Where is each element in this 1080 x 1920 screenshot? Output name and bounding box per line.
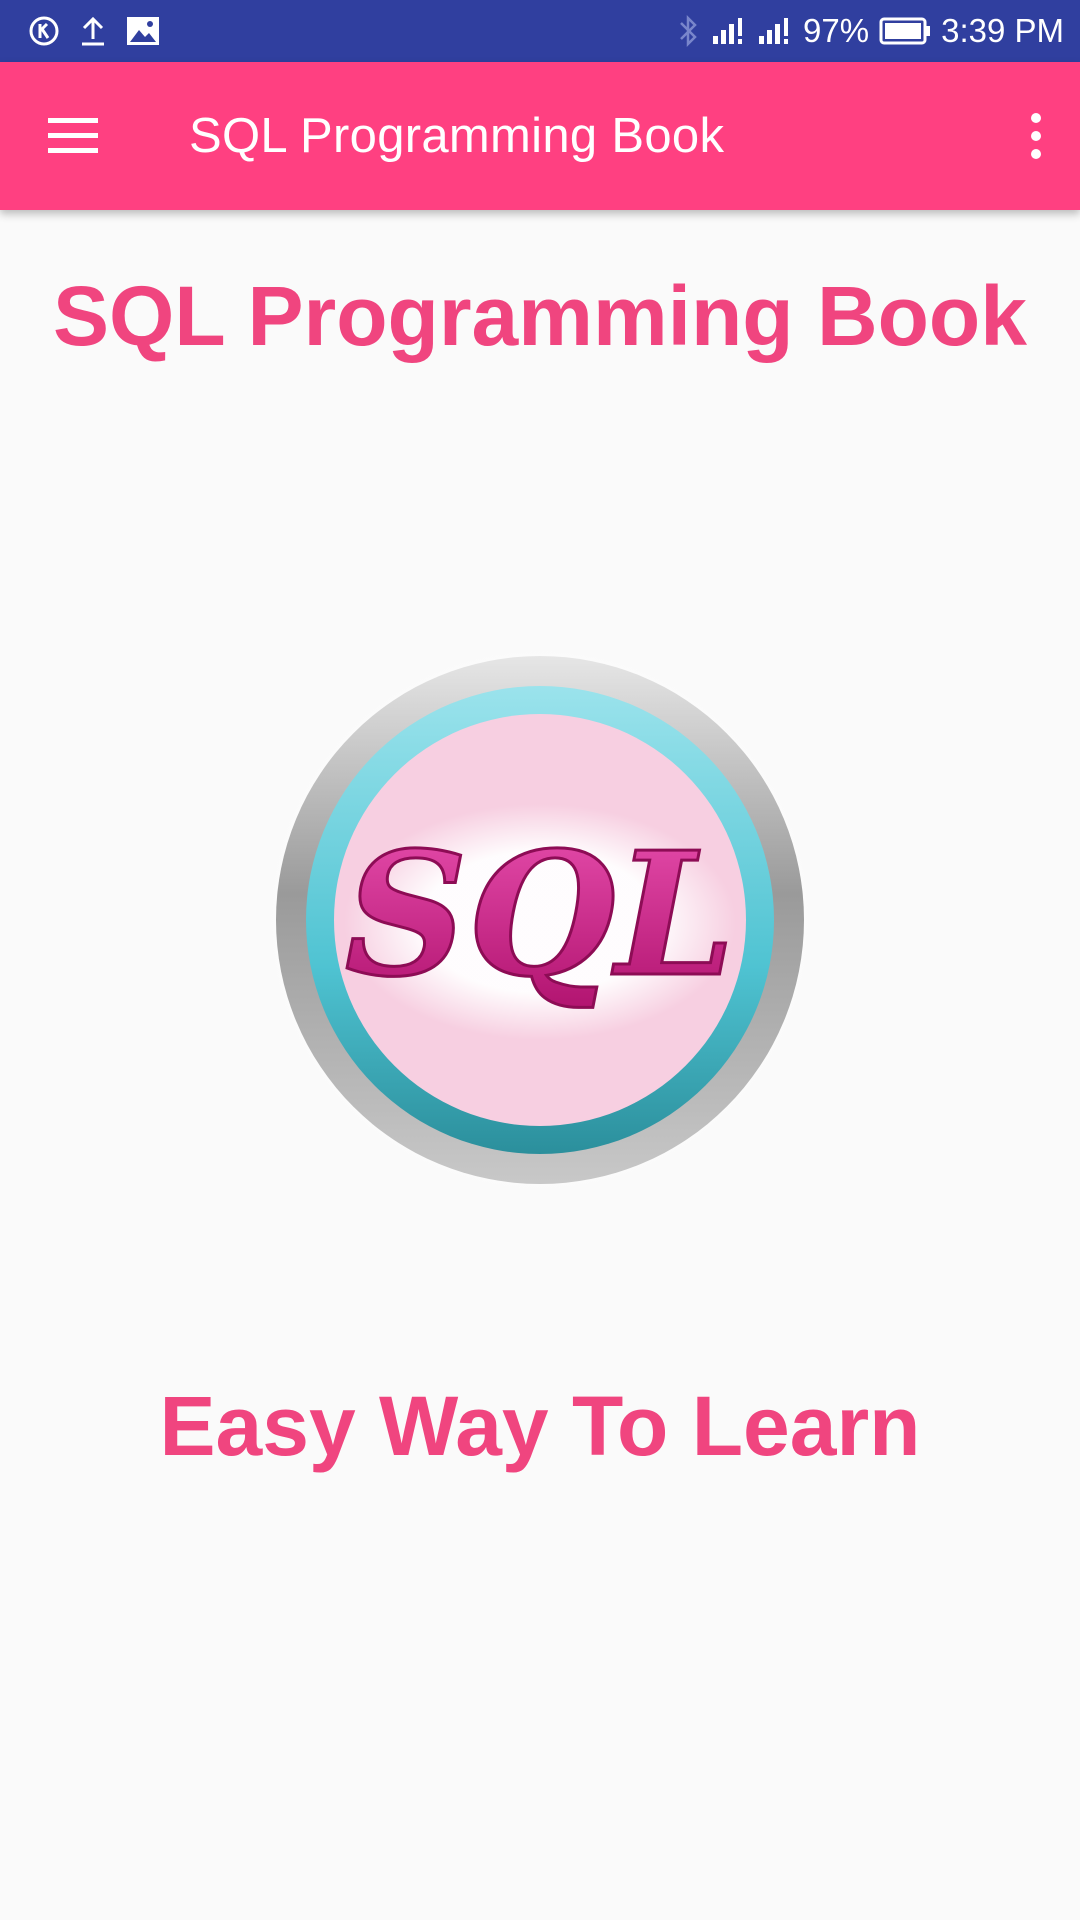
signal-icon	[757, 16, 793, 46]
image-icon	[126, 16, 160, 46]
status-time: 3:39 PM	[941, 12, 1064, 49]
signal-icon	[711, 16, 747, 46]
battery-icon	[879, 17, 931, 45]
app-bar: SQL Programming Book	[0, 62, 1080, 210]
status-left-icons	[28, 15, 160, 47]
more-vert-icon[interactable]	[1024, 112, 1048, 160]
battery-percent: 97%	[803, 12, 870, 49]
tagline: Easy Way To Learn	[159, 1379, 921, 1473]
status-bar: 97% 3:39 PM	[0, 0, 1080, 62]
logo-text: SQL	[345, 815, 735, 1015]
app-bar-title: SQL Programming Book	[189, 109, 725, 163]
upload-icon	[78, 15, 108, 47]
hamburger-menu-icon[interactable]	[48, 118, 98, 154]
sql-logo: SQL	[256, 636, 824, 1204]
k-circle-icon	[28, 15, 60, 47]
page-heading: SQL Programming Book	[53, 269, 1027, 363]
status-right-icons: 97% 3:39 PM	[675, 12, 1064, 50]
bluetooth-icon	[675, 14, 701, 48]
